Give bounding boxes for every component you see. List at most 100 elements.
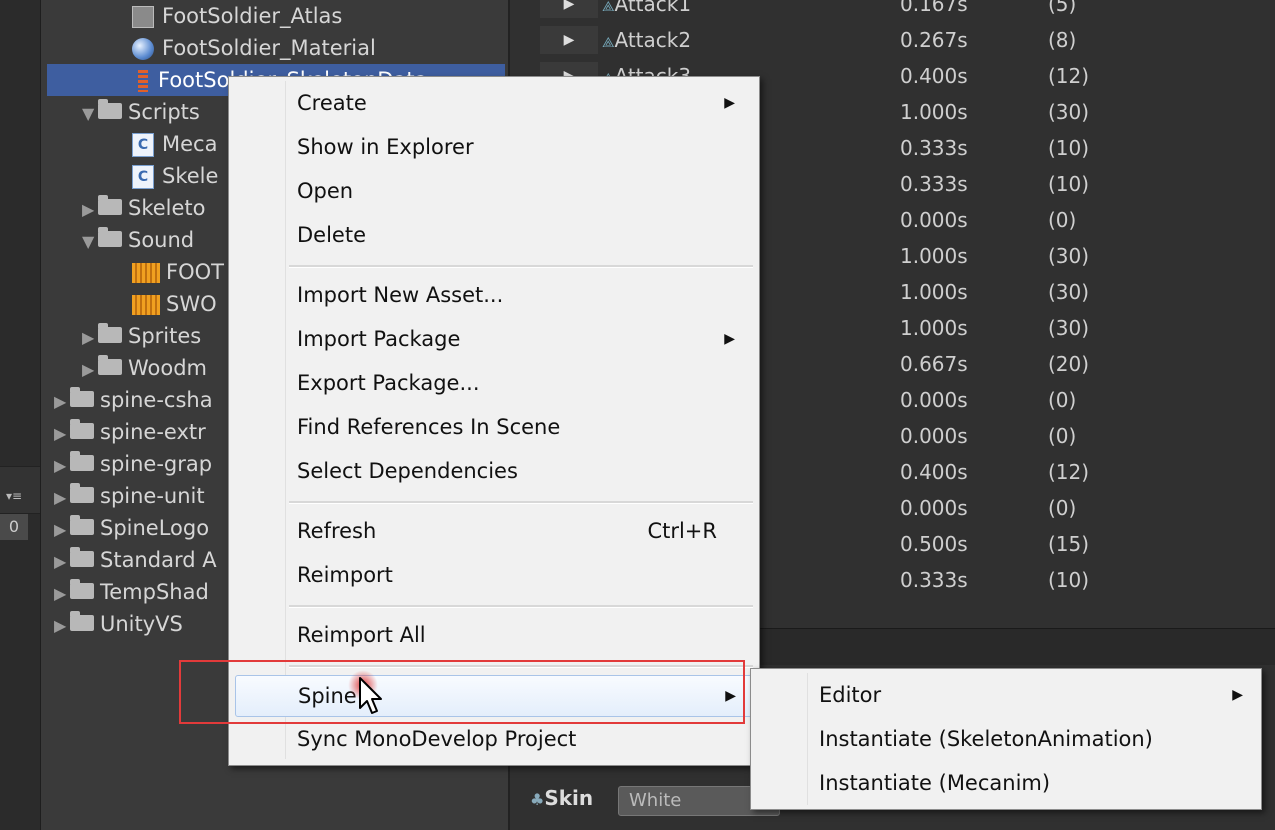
animation-duration: 0.400s xyxy=(900,64,968,88)
audio-clip-icon xyxy=(132,263,160,283)
tree-item[interactable]: ▶ Sprites xyxy=(82,320,201,352)
folder-icon xyxy=(70,579,94,599)
tree-item[interactable]: ▶ Woodm xyxy=(82,352,207,384)
animation-frames: (10) xyxy=(1048,136,1090,160)
tree-item-label: Skeleto xyxy=(128,196,206,220)
animation-duration: 0.333s xyxy=(900,136,968,160)
animation-frames: (10) xyxy=(1048,568,1090,592)
submenu-item-instantiate-skeleton-animation[interactable]: Instantiate (SkeletonAnimation) xyxy=(757,719,1253,759)
menu-item-label: Instantiate (Mecanim) xyxy=(819,771,1051,795)
animation-duration: 0.000s xyxy=(900,424,968,448)
menu-item-import-new-asset[interactable]: Import New Asset... xyxy=(235,275,751,315)
folder-icon xyxy=(70,611,94,631)
tree-item[interactable]: ▶ Skeleto xyxy=(82,192,206,224)
count-field[interactable]: 0 xyxy=(0,514,28,540)
animation-frames: (0) xyxy=(1048,208,1077,232)
folder-icon xyxy=(70,419,94,439)
menu-item-delete[interactable]: Delete xyxy=(235,215,751,255)
submenu-arrow-icon: ▶ xyxy=(724,331,735,347)
tree-item-label: FootSoldier_Material xyxy=(162,36,376,60)
expanded-arrow-icon[interactable]: ▼ xyxy=(82,98,98,130)
menu-item-label: Import Package xyxy=(297,327,461,351)
csharp-script-icon: C xyxy=(132,165,154,189)
animation-icon: ⟁ xyxy=(602,0,615,15)
tree-item[interactable]: ▶ Standard A xyxy=(54,544,217,576)
tree-item[interactable]: ▶ SpineLogo xyxy=(54,512,209,544)
collapsed-arrow-icon[interactable]: ▶ xyxy=(82,354,98,386)
menu-separator xyxy=(289,501,753,504)
menu-item-find-references[interactable]: Find References In Scene xyxy=(235,407,751,447)
tree-item-label: Skele xyxy=(162,164,219,188)
folder-icon xyxy=(98,227,122,247)
animation-frames: (10) xyxy=(1048,172,1090,196)
collapsed-arrow-icon[interactable]: ▶ xyxy=(54,450,70,482)
animation-frames: (0) xyxy=(1048,424,1077,448)
folder-icon xyxy=(70,547,94,567)
tree-item[interactable]: FootSoldier_Material xyxy=(132,32,376,64)
tree-item[interactable]: C Skele xyxy=(132,160,218,192)
animation-duration: 0.000s xyxy=(900,388,968,412)
animation-duration: 0.500s xyxy=(900,532,968,556)
menu-item-label: Instantiate (SkeletonAnimation) xyxy=(819,727,1153,751)
collapsed-arrow-icon[interactable]: ▶ xyxy=(54,546,70,578)
collapsed-arrow-icon[interactable]: ▶ xyxy=(54,514,70,546)
tree-item[interactable]: FootSoldier_Atlas xyxy=(132,0,342,32)
menu-item-select-dependencies[interactable]: Select Dependencies xyxy=(235,451,751,491)
menu-item-refresh[interactable]: Refresh Ctrl+R xyxy=(235,511,751,551)
tree-item-label: spine-unit xyxy=(100,484,205,508)
animation-duration: 1.000s xyxy=(900,316,968,340)
tree-item[interactable]: ▶ spine-grap xyxy=(54,448,212,480)
folder-icon xyxy=(70,515,94,535)
tree-item[interactable]: ▶ spine-csha xyxy=(54,384,213,416)
animation-duration: 0.333s xyxy=(900,172,968,196)
menu-item-show-in-explorer[interactable]: Show in Explorer xyxy=(235,127,751,167)
tree-item-label: Sprites xyxy=(128,324,202,348)
animation-frames: (30) xyxy=(1048,280,1090,304)
menu-item-import-package[interactable]: Import Package ▶ xyxy=(235,319,751,359)
collapsed-arrow-icon[interactable]: ▶ xyxy=(54,386,70,418)
tree-item-label: TempShad xyxy=(100,580,209,604)
collapsed-arrow-icon[interactable]: ▶ xyxy=(82,194,98,226)
tree-item[interactable]: SWO xyxy=(132,288,217,320)
tree-item-label: spine-csha xyxy=(100,388,213,412)
menu-item-label: Find References In Scene xyxy=(297,415,561,439)
tree-item[interactable]: C Meca xyxy=(132,128,217,160)
menu-item-reimport-all[interactable]: Reimport All xyxy=(235,615,751,655)
submenu-item-editor[interactable]: Editor ▶ xyxy=(757,675,1253,715)
filter-lines-icon[interactable]: ▾≡ xyxy=(6,489,22,503)
menu-item-create[interactable]: Create ▶ xyxy=(235,83,751,123)
collapsed-arrow-icon[interactable]: ▶ xyxy=(54,610,70,642)
submenu-item-instantiate-mecanim[interactable]: Instantiate (Mecanim) xyxy=(757,763,1253,803)
play-button[interactable]: ▶ xyxy=(540,26,598,54)
tree-item[interactable]: ▶ TempShad xyxy=(54,576,209,608)
animation-frames: (8) xyxy=(1048,28,1077,52)
menu-item-label: Select Dependencies xyxy=(297,459,518,483)
menu-item-label: Delete xyxy=(297,223,366,247)
animation-frames: (15) xyxy=(1048,532,1090,556)
collapsed-arrow-icon[interactable]: ▶ xyxy=(82,322,98,354)
animation-frames: (30) xyxy=(1048,100,1090,124)
animation-frames: (0) xyxy=(1048,388,1077,412)
play-button[interactable]: ▶ xyxy=(540,0,598,18)
menu-item-export-package[interactable]: Export Package... xyxy=(235,363,751,403)
tree-item[interactable]: ▼ Scripts xyxy=(82,96,200,128)
tree-item[interactable]: ▶ spine-extr xyxy=(54,416,206,448)
menu-item-open[interactable]: Open xyxy=(235,171,751,211)
animation-frames: (0) xyxy=(1048,496,1077,520)
atlas-icon xyxy=(132,6,154,28)
tree-item[interactable]: FOOT xyxy=(132,256,224,288)
tree-item[interactable]: ▶ spine-unit xyxy=(54,480,205,512)
collapsed-arrow-icon[interactable]: ▶ xyxy=(54,578,70,610)
collapsed-arrow-icon[interactable]: ▶ xyxy=(54,418,70,450)
folder-icon xyxy=(98,355,122,375)
folder-icon xyxy=(98,99,122,119)
tree-item[interactable]: ▼ Sound xyxy=(82,224,194,256)
skin-label: ♣Skin xyxy=(530,786,594,810)
collapsed-arrow-icon[interactable]: ▶ xyxy=(54,482,70,514)
skin-icon: ♣ xyxy=(530,790,545,809)
menu-item-reimport[interactable]: Reimport xyxy=(235,555,751,595)
tree-item[interactable]: ▶ UnityVS xyxy=(54,608,183,640)
csharp-script-icon: C xyxy=(132,133,154,157)
expanded-arrow-icon[interactable]: ▼ xyxy=(82,226,98,258)
menu-item-sync-monodevelop[interactable]: Sync MonoDevelop Project xyxy=(235,719,751,759)
